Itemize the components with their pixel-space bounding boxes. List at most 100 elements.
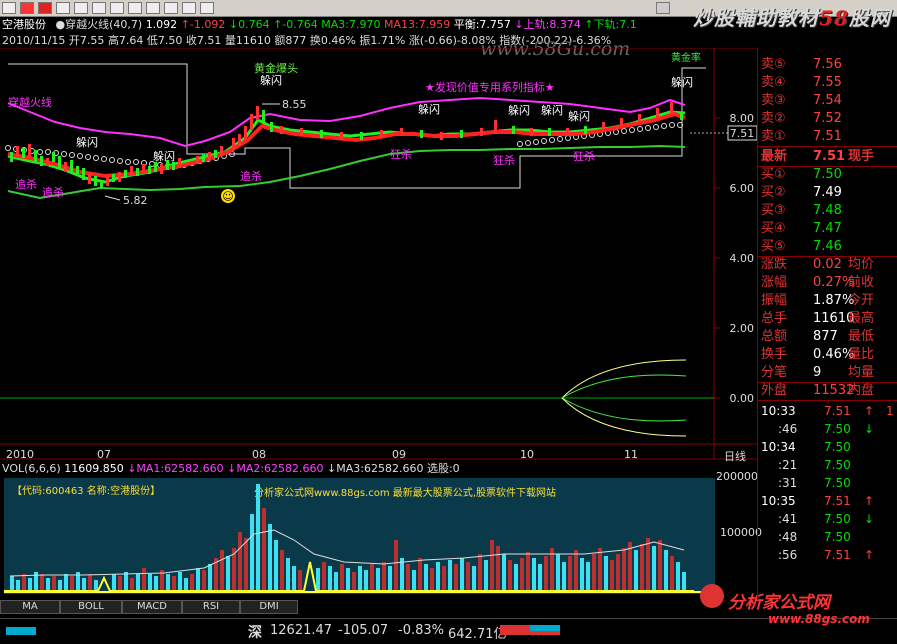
- bid-price: 7.47: [813, 221, 842, 236]
- home-icon[interactable]: [74, 2, 88, 14]
- down-arrow-icon: ↓: [864, 512, 875, 526]
- bid-label: 买②: [761, 185, 786, 200]
- latest-row: 最新 7.51 现手: [758, 148, 897, 166]
- logo-icon: [700, 584, 724, 608]
- ask-label: 卖④: [761, 75, 786, 90]
- vol-ma1: ↓MA1:62582.660: [127, 462, 224, 475]
- ask-label: 卖⑤: [761, 57, 786, 72]
- indicator-name[interactable]: ●穿越火线(40,7): [56, 18, 143, 31]
- tick-time: 10:35: [761, 494, 796, 508]
- logo-url: www.88gs.com: [768, 612, 870, 626]
- date-tick: 11: [624, 448, 638, 461]
- tick-time: :56: [778, 548, 798, 562]
- y-tick-label: 2.00: [730, 322, 755, 335]
- bid-label: 买⑤: [761, 239, 786, 254]
- tab-macd[interactable]: MACD: [122, 600, 182, 614]
- indicator-ma13: MA13:7.959: [384, 18, 451, 31]
- alert-icon[interactable]: [38, 2, 52, 14]
- tab-rsi[interactable]: RSI: [182, 600, 240, 614]
- ask-row-5: 卖⑤ 7.56: [758, 56, 897, 74]
- tick-price: 7.50: [824, 458, 851, 472]
- indicator-header: 空港股份 ●穿越火线(40,7) 1.092 ↑-1.092 ↓0.764 ↑-…: [2, 16, 637, 33]
- export-icon[interactable]: [128, 2, 142, 14]
- latest-tag: 现手: [848, 149, 875, 164]
- bid-row-2: 买② 7.49: [758, 184, 897, 202]
- dodge-label: 躲闪: [153, 149, 175, 163]
- latest-label: 最新: [761, 149, 788, 164]
- hand-icon[interactable]: [56, 2, 70, 14]
- chart-icon[interactable]: [146, 2, 160, 14]
- high-price-mark: 8.55: [282, 98, 307, 111]
- tick-price: 7.50: [824, 422, 851, 436]
- stat-label: 总手: [761, 311, 788, 326]
- up-arrow-icon: ↑: [864, 404, 875, 418]
- window-icon[interactable]: [200, 2, 214, 14]
- settings-icon[interactable]: [182, 2, 196, 14]
- promo-label: ★发现价值专用系列指标★: [425, 80, 555, 94]
- y-tick-label: 6.00: [730, 182, 755, 195]
- index-change: -105.07: [338, 623, 389, 638]
- price-chart[interactable]: 8.00 6.00 4.00 2.00 0.00 7.51 黄金率 穿越火线 黄…: [0, 48, 757, 460]
- list-icon[interactable]: [110, 2, 124, 14]
- breadth-bar: [500, 631, 560, 635]
- indicator-tabs: MA BOLL MACD RSI DMI: [0, 600, 300, 614]
- fire-line-label: 穿越火线: [8, 95, 52, 109]
- up-arrow-icon: ↑: [864, 548, 875, 562]
- tick-price: 7.51: [824, 494, 851, 508]
- tab-ma[interactable]: MA: [0, 600, 60, 614]
- quote-panel: 卖⑤ 7.56 卖④ 7.55 卖③ 7.54 卖② 7.52 卖① 7.51 最新 7.5…: [757, 48, 897, 600]
- stat-label-2: 均价: [848, 257, 875, 272]
- ask-price: 7.56: [813, 57, 842, 72]
- plus-icon[interactable]: [92, 2, 106, 14]
- bid-label: 买③: [761, 203, 786, 218]
- back-icon[interactable]: [2, 2, 16, 14]
- period-label[interactable]: 日线: [724, 448, 746, 464]
- bid-label: 买①: [761, 167, 786, 182]
- tab-dmi[interactable]: DMI: [240, 600, 298, 614]
- stat-label: 换手: [761, 347, 788, 362]
- gold-explosion-label: 黄金爆头: [254, 61, 298, 75]
- outer-label: 外盘: [761, 383, 788, 398]
- date-tick: 10: [520, 448, 534, 461]
- ma-red: [7, 111, 686, 179]
- kline-icon[interactable]: [164, 2, 178, 14]
- status-indicator-left: [6, 627, 36, 635]
- tab-boll[interactable]: BOLL: [60, 600, 122, 614]
- stock-code-banner: 【代码:600463 名称:空港股份】: [12, 484, 160, 497]
- market-label: 深: [248, 625, 262, 641]
- tick-row: :31 7.50: [758, 474, 897, 492]
- dodge-label: 躲闪: [260, 73, 282, 87]
- stat-label: 振幅: [761, 293, 788, 308]
- stat-label-2: 量比: [848, 347, 875, 362]
- y-tick-label: 8.00: [730, 112, 755, 125]
- bid-label: 买④: [761, 221, 786, 236]
- tick-row: :41 7.50 ↓: [758, 510, 897, 528]
- vol-axis-label: 200000: [716, 470, 758, 483]
- stat-row: 换手 0.46% 量比: [758, 346, 897, 364]
- watermark-title: 炒股輔助教材58股网: [693, 6, 891, 30]
- bar-amplitude: 振1.71%: [359, 34, 406, 47]
- date-tick: 07: [97, 448, 111, 461]
- fire-icon[interactable]: [20, 2, 34, 14]
- indicator-v3: ↓0.764: [228, 18, 270, 31]
- tick-price: 7.50: [824, 440, 851, 454]
- ask-label: 卖①: [761, 129, 786, 144]
- bid-row-1: 买① 7.50: [758, 166, 897, 184]
- date-tick: 09: [392, 448, 406, 461]
- bid-row-4: 买④ 7.47: [758, 220, 897, 238]
- stat-label: 涨跌: [761, 257, 788, 272]
- y-tick-label: 4.00: [730, 252, 755, 265]
- ambush-label: 狂杀: [493, 153, 515, 167]
- bid-row-3: 买③ 7.48: [758, 202, 897, 220]
- smile-glyph: ☺: [222, 190, 233, 203]
- volume-chart[interactable]: 【代码:600463 名称:空港股份】 分析家公式网www.88gs.com 最…: [4, 478, 715, 594]
- help-icon[interactable]: [656, 2, 670, 14]
- stat-row: 涨跌 0.02 均价: [758, 256, 897, 274]
- indicator-upper: ↓上轨:8.374: [514, 18, 581, 31]
- outer-inner-row: 外盘 11532 内盘: [758, 382, 897, 400]
- divider: [758, 146, 897, 147]
- bar-open: 开7.55: [68, 34, 105, 47]
- ask-price: 7.54: [813, 93, 842, 108]
- down-arrow-icon: ↓: [864, 422, 875, 436]
- ask-price: 7.52: [813, 111, 842, 126]
